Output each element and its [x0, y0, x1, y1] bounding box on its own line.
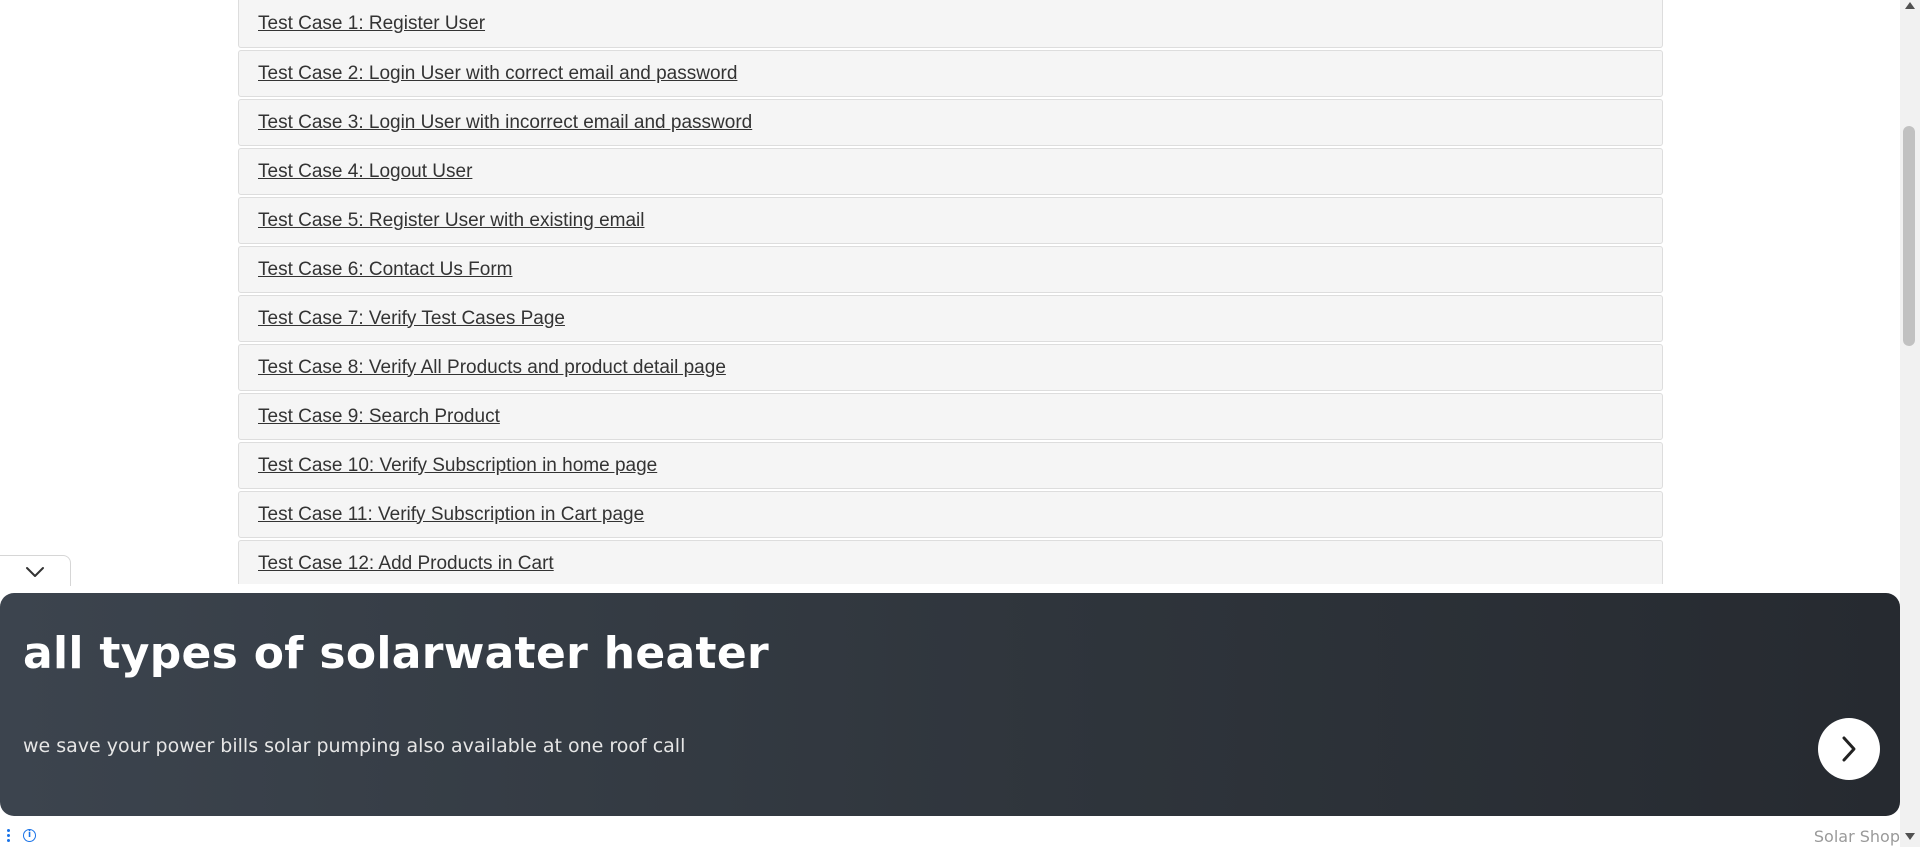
test-case-row: Test Case 12: Add Products in Cart	[238, 540, 1663, 587]
scrollbar-thumb[interactable]	[1903, 126, 1915, 346]
test-cases-list: Test Case 1: Register User Test Case 2: …	[238, 0, 1663, 589]
ad-title: all types of solarwater heater	[23, 628, 769, 679]
test-case-link[interactable]: Test Case 7: Verify Test Cases Page	[258, 308, 565, 330]
test-case-link[interactable]: Test Case 4: Logout User	[258, 161, 472, 183]
vertical-dots-icon[interactable]	[7, 829, 11, 843]
chevron-down-icon	[26, 567, 44, 577]
test-case-row: Test Case 11: Verify Subscription in Car…	[238, 491, 1663, 538]
test-case-row: Test Case 9: Search Product	[238, 393, 1663, 440]
test-case-row: Test Case 3: Login User with incorrect e…	[238, 99, 1663, 146]
test-case-row: Test Case 8: Verify All Products and pro…	[238, 344, 1663, 391]
page-scrollbar[interactable]	[1900, 0, 1920, 847]
ad-open-button[interactable]	[1818, 718, 1880, 780]
info-icon[interactable]: i	[23, 829, 36, 842]
test-case-row: Test Case 4: Logout User	[238, 148, 1663, 195]
test-case-link[interactable]: Test Case 6: Contact Us Form	[258, 259, 512, 281]
chevron-right-icon	[1842, 736, 1856, 762]
test-case-link[interactable]: Test Case 5: Register User with existing…	[258, 210, 644, 232]
test-case-link[interactable]: Test Case 10: Verify Subscription in hom…	[258, 455, 657, 477]
ad-banner[interactable]: all types of solarwater heater we save y…	[0, 593, 1900, 816]
test-case-link[interactable]: Test Case 8: Verify All Products and pro…	[258, 357, 726, 379]
ad-collapse-button[interactable]	[0, 555, 71, 586]
test-case-link[interactable]: Test Case 1: Register User	[258, 13, 485, 35]
test-case-row: Test Case 5: Register User with existing…	[238, 197, 1663, 244]
ad-description: we save your power bills solar pumping a…	[23, 735, 686, 757]
test-case-row: Test Case 2: Login User with correct ema…	[238, 50, 1663, 97]
test-case-link[interactable]: Test Case 3: Login User with incorrect e…	[258, 112, 752, 134]
test-case-link[interactable]: Test Case 9: Search Product	[258, 406, 500, 428]
scroll-down-arrow-icon[interactable]	[1905, 833, 1915, 840]
test-case-link[interactable]: Test Case 12: Add Products in Cart	[258, 553, 554, 575]
test-case-row: Test Case 7: Verify Test Cases Page	[238, 295, 1663, 342]
test-case-row: Test Case 6: Contact Us Form	[238, 246, 1663, 293]
test-case-row: Test Case 1: Register User	[238, 0, 1663, 48]
test-case-row: Test Case 10: Verify Subscription in hom…	[238, 442, 1663, 489]
ad-brand-label: Solar Shop	[1813, 827, 1900, 846]
test-case-link[interactable]: Test Case 2: Login User with correct ema…	[258, 63, 737, 85]
scroll-up-arrow-icon[interactable]	[1905, 2, 1915, 9]
test-case-link[interactable]: Test Case 11: Verify Subscription in Car…	[258, 504, 644, 526]
